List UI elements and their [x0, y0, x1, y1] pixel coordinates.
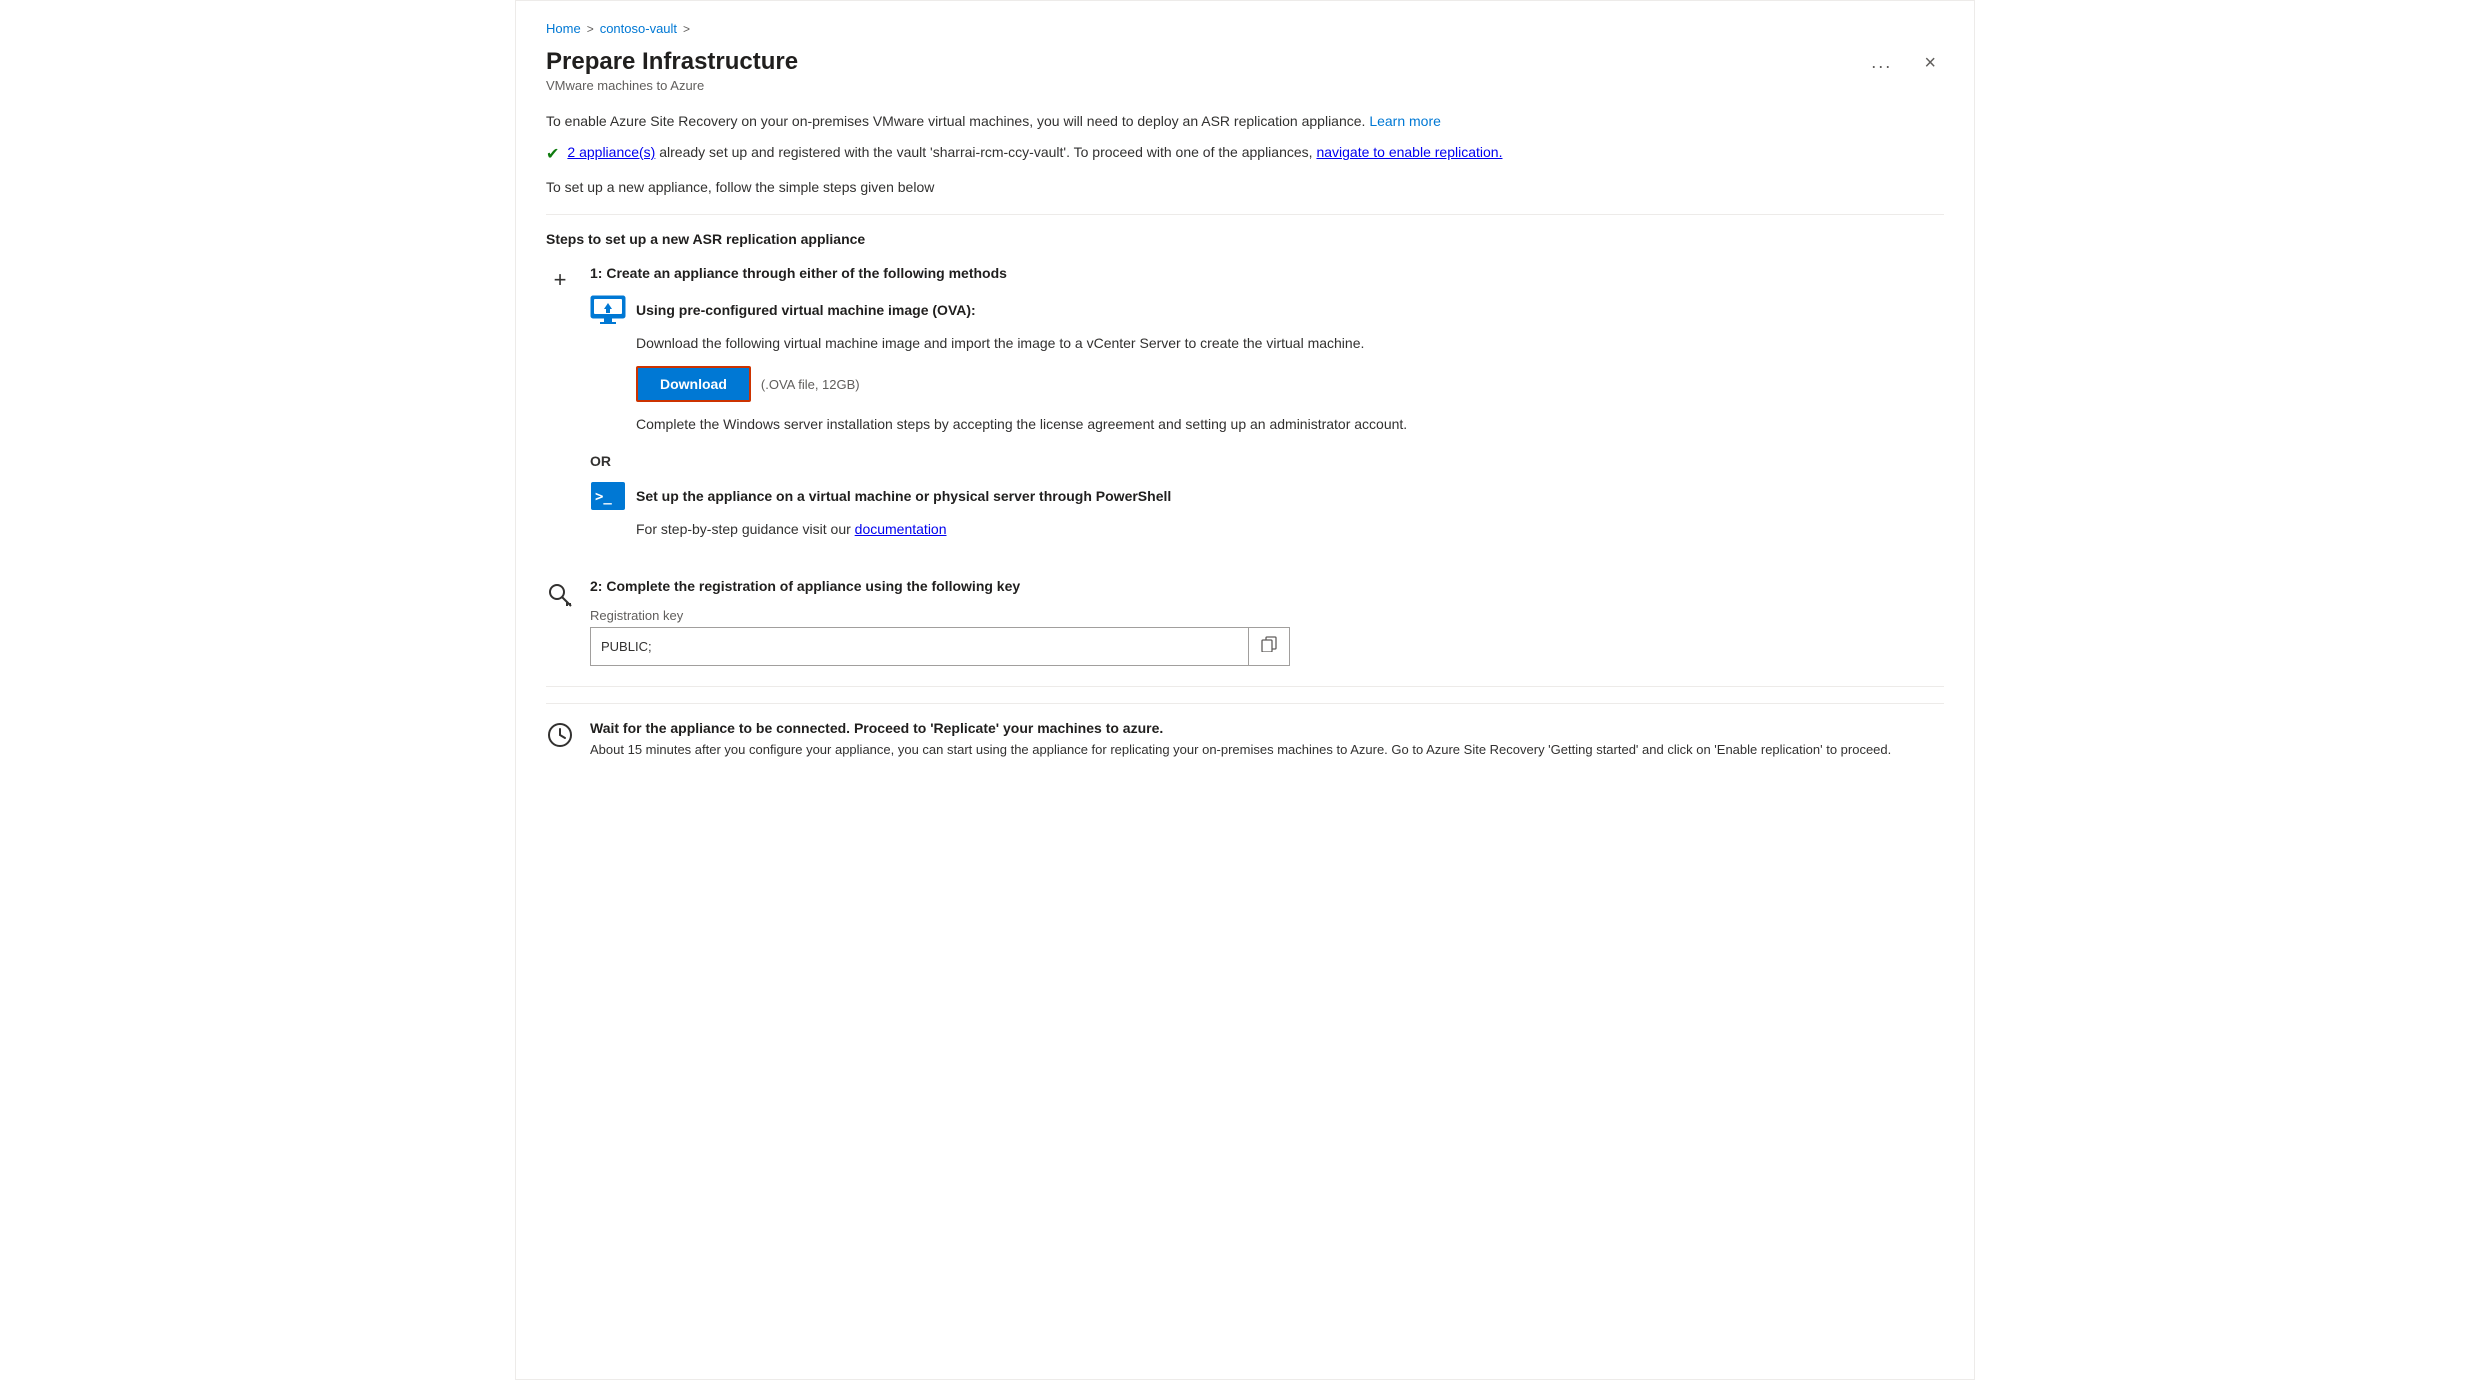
key-input[interactable] — [591, 631, 1248, 662]
step-1-content: 1: Create an appliance through either of… — [590, 265, 1944, 558]
key-input-row — [590, 627, 1290, 666]
success-text: 2 appliance(s) already set up and regist… — [567, 142, 1502, 163]
plus-icon: + — [554, 267, 567, 293]
more-options-button[interactable]: ... — [1863, 48, 1900, 77]
steps-heading: Steps to set up a new ASR replication ap… — [546, 231, 1944, 247]
panel-body: To enable Azure Site Recovery on your on… — [546, 111, 1944, 760]
clock-icon-container — [546, 720, 574, 748]
step-2-row: 2: Complete the registration of applianc… — [546, 578, 1944, 666]
appliances-link[interactable]: 2 appliance(s) — [567, 144, 655, 160]
key-label: Registration key — [590, 608, 1944, 623]
copy-icon — [1261, 636, 1277, 652]
panel-title-group: Prepare Infrastructure VMware machines t… — [546, 48, 1863, 93]
breadcrumb: Home > contoso-vault > — [546, 21, 1944, 36]
check-icon: ✔ — [546, 143, 559, 167]
method-ova-header: Using pre-configured virtual machine ima… — [590, 295, 1944, 325]
method-ova-desc: Download the following virtual machine i… — [636, 333, 1944, 354]
page-title: Prepare Infrastructure — [546, 48, 1863, 76]
page-subtitle: VMware machines to Azure — [546, 78, 1863, 93]
method-ps-block: >_ Set up the appliance on a virtual mac… — [590, 481, 1944, 540]
key-icon — [547, 582, 573, 608]
divider-1 — [546, 214, 1944, 215]
method-ps-header: >_ Set up the appliance on a virtual mac… — [590, 481, 1944, 511]
setup-text: To set up a new appliance, follow the si… — [546, 177, 1944, 198]
success-middle: already set up and registered with the v… — [655, 144, 1316, 160]
download-button[interactable]: Download — [636, 366, 751, 402]
method-ps-title: Set up the appliance on a virtual machin… — [636, 488, 1171, 504]
success-row: ✔ 2 appliance(s) already set up and regi… — [546, 142, 1944, 167]
key-section: Registration key — [590, 608, 1944, 666]
svg-text:>_: >_ — [595, 489, 612, 505]
step-2-heading: 2: Complete the registration of applianc… — [590, 578, 1944, 594]
download-note: (.OVA file, 12GB) — [761, 377, 860, 392]
breadcrumb-home[interactable]: Home — [546, 21, 581, 36]
wait-content: Wait for the appliance to be connected. … — [590, 720, 1944, 760]
step-1-heading: 1: Create an appliance through either of… — [590, 265, 1944, 281]
prepare-infrastructure-panel: Home > contoso-vault > Prepare Infrastru… — [515, 0, 1975, 1380]
or-label: OR — [590, 453, 1944, 469]
navigate-link[interactable]: navigate to enable replication. — [1316, 144, 1502, 160]
breadcrumb-sep2: > — [683, 22, 690, 36]
wait-description: About 15 minutes after you configure you… — [590, 740, 1944, 760]
clock-icon — [547, 722, 573, 748]
panel-header: Prepare Infrastructure VMware machines t… — [546, 48, 1944, 93]
key-icon-container — [546, 578, 574, 608]
method-ps-desc: For step-by-step guidance visit our docu… — [636, 519, 1944, 540]
ova-monitor-icon — [590, 295, 626, 325]
wait-title: Wait for the appliance to be connected. … — [590, 720, 1944, 736]
download-row: Download (.OVA file, 12GB) — [636, 366, 1944, 402]
install-note: Complete the Windows server installation… — [636, 414, 1944, 435]
breadcrumb-sep1: > — [587, 22, 594, 36]
copy-key-button[interactable] — [1248, 628, 1289, 665]
documentation-link[interactable]: documentation — [855, 521, 947, 537]
learn-more-link[interactable]: Learn more — [1369, 113, 1441, 129]
step-1-icon: + — [546, 265, 574, 293]
main-info-text: To enable Azure Site Recovery on your on… — [546, 111, 1944, 132]
powershell-icon: >_ — [590, 481, 626, 511]
ps-desc-text: For step-by-step guidance visit our — [636, 521, 855, 537]
breadcrumb-vault[interactable]: contoso-vault — [600, 21, 677, 36]
wait-section: Wait for the appliance to be connected. … — [546, 703, 1944, 760]
panel-header-actions: ... × — [1863, 48, 1944, 77]
method-ova-title: Using pre-configured virtual machine ima… — [636, 302, 976, 318]
method-ova-block: Using pre-configured virtual machine ima… — [590, 295, 1944, 435]
main-info-span: To enable Azure Site Recovery on your on… — [546, 113, 1365, 129]
close-button[interactable]: × — [1916, 49, 1944, 77]
divider-2 — [546, 686, 1944, 687]
step-1-row: + 1: Create an appliance through either … — [546, 265, 1944, 558]
step-2-content: 2: Complete the registration of applianc… — [590, 578, 1944, 666]
